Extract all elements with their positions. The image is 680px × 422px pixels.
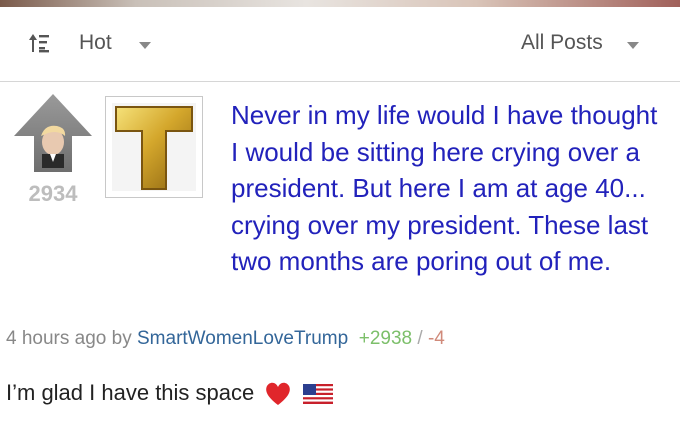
chevron-down-icon[interactable] [627, 42, 639, 49]
sort-bar: Hot All Posts [0, 7, 680, 82]
chevron-down-icon[interactable] [139, 42, 151, 49]
downvote-count: -4 [427, 328, 445, 349]
post-thumbnail[interactable] [105, 96, 203, 198]
author-link[interactable]: SmartWomenLoveTrump [137, 328, 348, 349]
sort-icon[interactable] [28, 31, 50, 55]
post-meta: 4 hours ago by SmartWomenLoveTrump +2938… [6, 328, 445, 350]
comment-text: I’m glad I have this space [6, 380, 255, 405]
vote-separator: / [417, 328, 423, 349]
upvote-arrow-icon[interactable] [12, 92, 94, 174]
post-time: 4 hours ago [6, 328, 107, 349]
post-title-link[interactable]: Never in my life would I have thought I … [231, 97, 671, 280]
filter-dropdown-label[interactable]: All Posts [521, 31, 603, 55]
upvote-count: +2938 [358, 328, 413, 349]
post-score: 2934 [28, 181, 78, 206]
us-flag-icon [302, 384, 333, 405]
gold-t-logo-image [112, 103, 196, 191]
sort-dropdown-label[interactable]: Hot [79, 31, 112, 55]
red-heart-icon [266, 382, 291, 406]
header-image-strip [0, 0, 680, 7]
comment: I’m glad I have this space [6, 380, 333, 407]
post-by: by [111, 328, 132, 349]
